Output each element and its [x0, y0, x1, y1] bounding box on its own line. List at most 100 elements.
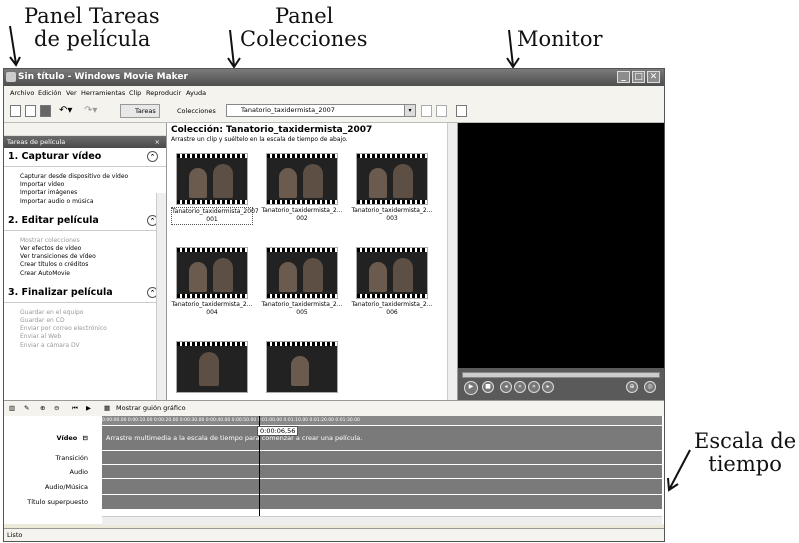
collapse-icon[interactable]: ⊟ — [83, 434, 88, 442]
zoom-out-icon[interactable]: ⊖ — [54, 401, 59, 416]
title-bar: Sin título - Windows Movie Maker _ □ ✕ — [4, 69, 664, 86]
seek-bar[interactable] — [462, 372, 660, 378]
rewind-timeline-icon[interactable]: ⏮ — [72, 401, 78, 416]
new-collection-icon[interactable] — [436, 105, 447, 117]
collapse-icon[interactable]: ⌃ — [147, 151, 158, 162]
maximize-button[interactable]: □ — [632, 71, 645, 83]
callout-collections-panel: Panel Colecciones — [240, 5, 367, 51]
task-link[interactable]: Importar audio o música — [20, 198, 166, 206]
tasks-scrollbar[interactable] — [156, 193, 166, 400]
show-storyboard-button[interactable]: Mostrar guión gráfico — [116, 401, 186, 416]
fast-forward-icon[interactable]: » — [528, 381, 540, 393]
tasks-button[interactable]: Tareas — [120, 104, 160, 118]
save-project-icon[interactable] — [40, 105, 51, 117]
task-link[interactable]: Importar vídeo — [20, 181, 166, 189]
task-link[interactable]: Enviar a cámara DV — [20, 342, 166, 350]
timeline: 0:00:00.00 0:00:10.00 0:00:20.00 0:00:30… — [4, 416, 664, 525]
narrate-icon[interactable]: ✎ — [24, 401, 29, 416]
collection-title: Colección: Tanatorio_taxidermista_2007 — [171, 125, 373, 135]
status-bar: Listo — [4, 528, 664, 541]
clip-item[interactable] — [261, 341, 343, 393]
task-link[interactable]: Importar imágenes — [20, 189, 166, 197]
menu-ayuda[interactable]: Ayuda — [186, 86, 206, 100]
open-project-icon[interactable] — [25, 105, 36, 117]
task-link[interactable]: Crear AutoMovie — [20, 270, 166, 278]
rewind-icon[interactable]: « — [514, 381, 526, 393]
time-ruler[interactable]: 0:00:00.00 0:00:10.00 0:00:20.00 0:00:30… — [102, 416, 662, 425]
callout-line: Colecciones — [240, 27, 368, 51]
clip-label: Tanatorio_taxidermista_2007 001 — [171, 207, 259, 225]
title-overlay-track[interactable] — [102, 495, 662, 510]
track-label-title-overlay: Título superpuesto — [27, 498, 88, 506]
next-frame-icon[interactable]: ▸ — [542, 381, 554, 393]
play-timeline-icon[interactable]: ▶ — [86, 401, 91, 416]
clip-label: Tanatorio_taxidermista_2... 005 — [261, 301, 343, 316]
clip-item[interactable]: Tanatorio_taxidermista_2... 005 — [261, 247, 343, 317]
section-title: 1. Capturar vídeo — [8, 151, 102, 162]
clip-item[interactable]: Tanatorio_taxidermista_2... 006 — [351, 247, 433, 317]
chevron-down-icon[interactable]: ▾ — [404, 105, 415, 116]
video-track[interactable]: Arrastre multimedia a la escala de tiemp… — [102, 426, 662, 451]
collections-pane: Colección: Tanatorio_taxidermista_2007 A… — [167, 123, 458, 400]
section-finish-header[interactable]: 3. Finalizar película ⌃ — [4, 284, 166, 303]
task-link[interactable]: Guardar en el equipo — [20, 309, 166, 317]
arrow-icon — [667, 449, 691, 492]
tasks-pane: Tareas de película × 1. Capturar vídeo ⌃… — [4, 123, 167, 400]
callout-line: tiempo — [708, 452, 782, 476]
clip-label: Tanatorio_taxidermista_2... 002 — [261, 207, 343, 222]
close-button[interactable]: ✕ — [647, 71, 660, 83]
redo-icon[interactable]: ↷▾ — [84, 106, 97, 116]
task-link[interactable]: Ver transiciones de vídeo — [20, 253, 166, 261]
tasks-pane-title: Tareas de película — [7, 138, 66, 146]
storyboard-icon[interactable]: ▦ — [104, 401, 110, 416]
finish-task-list: Guardar en el equipo Guardar en CD Envia… — [4, 303, 166, 356]
task-link[interactable]: Mostrar colecciones — [20, 237, 166, 245]
clip-item[interactable] — [171, 341, 253, 393]
clip-thumbnail — [176, 153, 248, 205]
timeline-icon[interactable]: ▥ — [9, 401, 15, 416]
play-icon[interactable]: ▶ — [464, 381, 478, 395]
views-icon[interactable] — [456, 105, 467, 117]
collection-select[interactable]: Tanatorio_taxidermista_2007 ▾ — [226, 104, 416, 117]
menu-clip[interactable]: Clip — [129, 86, 141, 100]
task-link[interactable]: Guardar en CD — [20, 317, 166, 325]
snapshot-icon[interactable]: ◎ — [644, 381, 656, 393]
clip-item[interactable]: Tanatorio_taxidermista_2007 001 — [171, 153, 259, 225]
previous-frame-icon[interactable]: ◂ — [500, 381, 512, 393]
task-link[interactable]: Enviar por correo electrónico — [20, 325, 166, 333]
split-clip-icon[interactable]: ⊕ — [626, 381, 638, 393]
stop-icon[interactable]: ■ — [482, 381, 494, 393]
menu-ver[interactable]: Ver — [66, 86, 77, 100]
collections-scrollbar[interactable] — [447, 123, 457, 400]
zoom-in-icon[interactable]: ⊕ — [40, 401, 45, 416]
undo-icon[interactable]: ↶▾ — [59, 106, 72, 116]
menu-herramientas[interactable]: Herramientas — [81, 86, 125, 100]
clip-item[interactable]: Tanatorio_taxidermista_2... 002 — [261, 153, 343, 223]
close-icon[interactable]: × — [155, 136, 160, 148]
track-label-audio: Audio — [69, 468, 88, 476]
collections-button[interactable]: Colecciones — [162, 104, 220, 118]
task-link[interactable]: Crear títulos o créditos — [20, 261, 166, 269]
section-capture-header[interactable]: 1. Capturar vídeo ⌃ — [4, 148, 166, 167]
minimize-button[interactable]: _ — [617, 71, 630, 83]
transition-track[interactable] — [102, 451, 662, 465]
playhead-time: 0:00:06,56 — [257, 426, 299, 436]
up-folder-icon[interactable] — [421, 105, 432, 117]
menu-reproducir[interactable]: Reproducir — [146, 86, 181, 100]
arrow-icon — [506, 29, 520, 69]
task-link[interactable]: Capturar desde dispositivo de vídeo — [20, 173, 166, 181]
clip-item[interactable]: Tanatorio_taxidermista_2... 004 — [171, 247, 253, 317]
clip-thumbnail — [266, 247, 338, 299]
clip-item[interactable]: Tanatorio_taxidermista_2... 003 — [351, 153, 433, 223]
menu-archivo[interactable]: Archivo — [10, 86, 34, 100]
timeline-scrollbar[interactable] — [102, 516, 662, 525]
callout-line: Panel — [275, 4, 334, 28]
section-edit-header[interactable]: 2. Editar película ⌃ — [4, 212, 166, 231]
task-link[interactable]: Ver efectos de vídeo — [20, 245, 166, 253]
task-link[interactable]: Enviar al Web — [20, 333, 166, 341]
audio-track[interactable] — [102, 465, 662, 479]
menu-edicion[interactable]: Edición — [38, 86, 62, 100]
audio-music-track[interactable] — [102, 479, 662, 495]
clip-thumbnail — [266, 341, 338, 393]
new-project-icon[interactable] — [10, 105, 21, 117]
